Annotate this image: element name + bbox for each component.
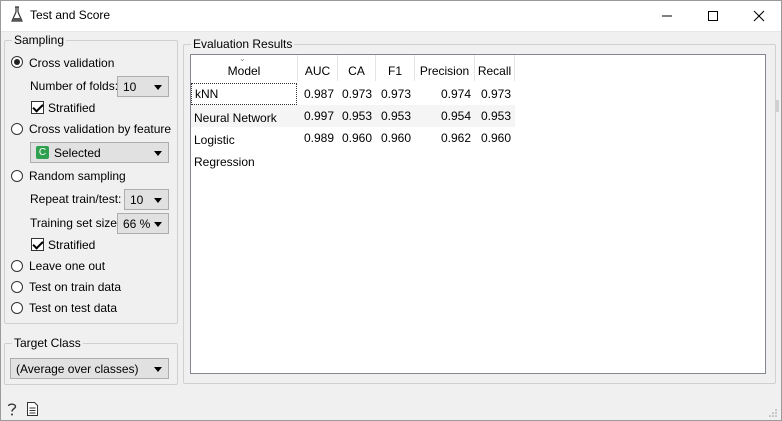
resize-grip-icon — [769, 409, 777, 417]
precision-cell[interactable]: 0.962 — [415, 127, 475, 149]
f1-cell[interactable]: 0.973 — [376, 83, 415, 105]
leave-one-out-label[interactable]: Leave one out — [29, 259, 105, 273]
report-icon — [27, 402, 38, 416]
test-on-test-radio[interactable] — [11, 302, 23, 314]
cross-validation-label[interactable]: Cross validation — [29, 56, 114, 70]
leave-one-out-radio[interactable] — [11, 260, 23, 272]
precision-cell[interactable]: 0.954 — [415, 105, 475, 127]
column-header-label: Recall — [477, 64, 512, 78]
column-header-model[interactable]: ⌄ Model — [191, 54, 298, 81]
close-icon — [753, 10, 765, 21]
categorical-feature-icon: C — [36, 146, 49, 159]
folds-label: Number of folds: — [30, 79, 119, 93]
recall-cell[interactable]: 0.960 — [475, 127, 515, 149]
window-title: Test and Score — [30, 8, 111, 22]
recall-cell[interactable]: 0.973 — [475, 83, 515, 105]
ca-cell[interactable]: 0.960 — [338, 127, 376, 149]
target-class-title: Target Class — [12, 336, 83, 350]
auc-cell[interactable]: 0.987 — [298, 83, 338, 105]
model-cell[interactable]: Logistic Regression — [191, 129, 298, 169]
help-button[interactable] — [5, 401, 19, 417]
folds-combo[interactable]: 10 — [117, 76, 169, 97]
chevron-down-icon — [154, 198, 162, 203]
maximize-icon — [708, 10, 718, 21]
f1-cell[interactable]: 0.960 — [376, 127, 415, 149]
stratified-checkbox-random[interactable] — [31, 238, 44, 251]
stratified-checkbox-cv[interactable] — [31, 101, 44, 114]
random-sampling-label[interactable]: Random sampling — [29, 169, 126, 183]
column-header-ca[interactable]: CA — [338, 55, 376, 81]
column-header-auc[interactable]: AUC — [298, 55, 338, 81]
ca-cell[interactable]: 0.973 — [338, 83, 376, 105]
feature-combo[interactable]: C Selected — [30, 142, 169, 163]
target-class-combo[interactable]: (Average over classes) — [10, 358, 169, 379]
maximize-button[interactable] — [690, 0, 736, 31]
chevron-down-icon — [154, 85, 162, 90]
folds-value: 10 — [123, 80, 137, 94]
model-cell[interactable]: kNN — [191, 83, 297, 105]
model-cell[interactable]: Neural Network — [191, 107, 298, 129]
test-on-test-label[interactable]: Test on test data — [29, 301, 117, 315]
column-header-recall[interactable]: Recall — [475, 55, 515, 81]
f1-cell[interactable]: 0.953 — [376, 105, 415, 127]
column-header-label: Precision — [419, 64, 470, 78]
cross-validation-radio[interactable] — [11, 56, 23, 68]
test-on-train-label[interactable]: Test on train data — [29, 280, 121, 294]
table-row[interactable]: kNN 0.987 0.973 0.973 0.974 0.973 — [191, 83, 515, 105]
table-row[interactable]: Logistic Regression 0.989 0.960 0.960 0.… — [191, 127, 515, 169]
train-size-combo[interactable]: 66 % — [117, 213, 169, 234]
random-sampling-radio[interactable] — [11, 170, 23, 182]
auc-cell[interactable]: 0.997 — [298, 105, 338, 127]
repeat-value: 10 — [130, 193, 144, 207]
minimize-icon — [662, 15, 672, 16]
chevron-down-icon — [154, 367, 162, 372]
repeat-combo[interactable]: 10 — [124, 189, 169, 210]
ca-cell[interactable]: 0.953 — [338, 105, 376, 127]
resize-grip[interactable] — [768, 407, 778, 417]
column-header-label: AUC — [304, 64, 331, 78]
column-header-precision[interactable]: Precision — [415, 55, 475, 81]
table-row[interactable]: Neural Network 0.997 0.953 0.953 0.954 0… — [191, 105, 515, 127]
minimize-button[interactable] — [644, 0, 690, 31]
target-class-value: (Average over classes) — [16, 362, 139, 376]
repeat-label: Repeat train/test: — [30, 192, 122, 206]
test-on-train-radio[interactable] — [11, 281, 23, 293]
sampling-group-title: Sampling — [12, 33, 67, 47]
column-header-f1[interactable]: F1 — [376, 55, 415, 81]
close-button[interactable] — [736, 0, 782, 31]
cv-by-feature-label[interactable]: Cross validation by feature — [29, 122, 171, 136]
column-header-label: CA — [348, 64, 365, 78]
column-header-label: F1 — [387, 64, 402, 78]
train-size-value: 66 % — [123, 217, 151, 231]
title-bar: Test and Score — [0, 0, 782, 32]
sort-indicator-icon: ⌄ — [239, 54, 246, 63]
stratified-label-random[interactable]: Stratified — [48, 238, 95, 252]
recall-cell[interactable]: 0.953 — [475, 105, 515, 127]
cv-by-feature-radio[interactable] — [11, 123, 23, 135]
stratified-label-cv[interactable]: Stratified — [48, 101, 95, 115]
auc-cell[interactable]: 0.989 — [298, 127, 338, 149]
chevron-down-icon — [154, 151, 162, 156]
help-icon — [7, 403, 17, 416]
chevron-down-icon — [154, 222, 162, 227]
report-button[interactable] — [26, 401, 39, 417]
precision-cell[interactable]: 0.974 — [415, 83, 475, 105]
feature-value: Selected — [54, 146, 101, 160]
results-table[interactable]: ⌄ Model AUC CA F1 Precision Recall kNN 0… — [190, 54, 766, 374]
app-icon — [11, 6, 23, 22]
splitter-handle[interactable] — [776, 100, 779, 112]
train-size-label: Training set size: — [30, 216, 121, 230]
